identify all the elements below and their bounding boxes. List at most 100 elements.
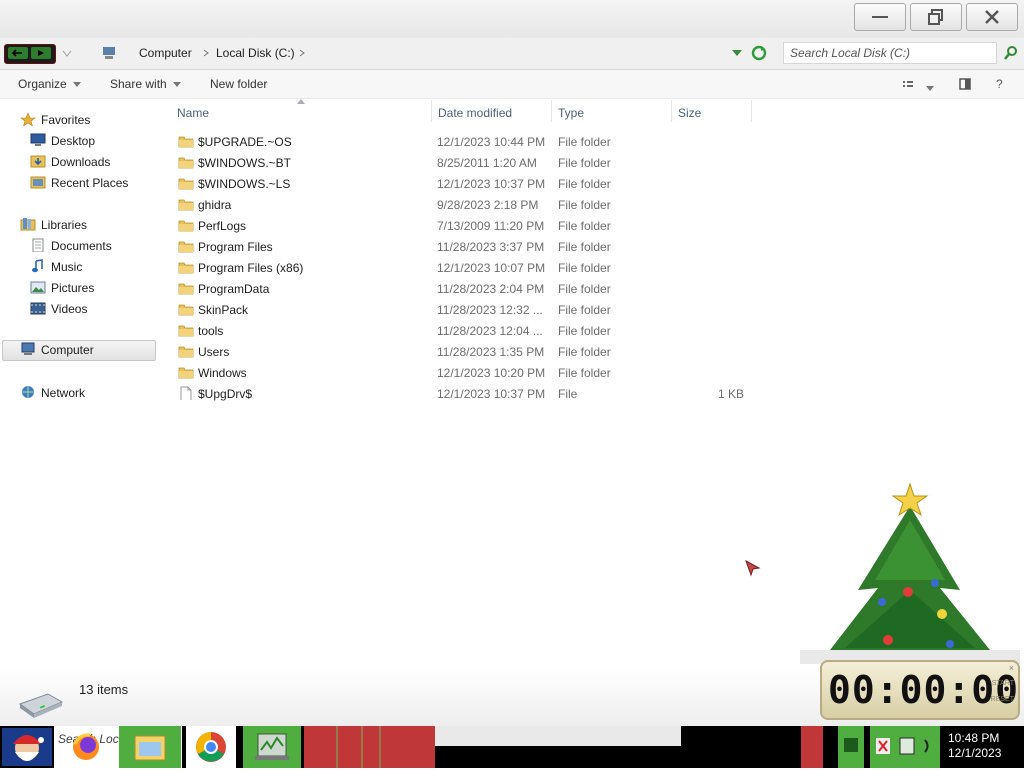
table-row[interactable]: ProgramData 11/28/2023 2:04 PM File folder xyxy=(174,278,754,299)
nav-item-desktop[interactable]: Desktop xyxy=(0,131,160,151)
refresh-icon xyxy=(751,45,767,61)
computer-icon xyxy=(21,342,35,355)
taskbar-app-explorer[interactable] xyxy=(119,726,181,768)
gadget-close-icon[interactable]: × xyxy=(1009,663,1014,673)
change-view-button[interactable] xyxy=(903,79,915,93)
table-row[interactable]: PerfLogs 7/13/2009 11:20 PM File folder xyxy=(174,215,754,236)
pictures-icon xyxy=(30,281,46,294)
nav-item-documents[interactable]: Documents xyxy=(0,236,160,256)
table-row[interactable]: SkinPack 11/28/2023 12:32 ... File folder xyxy=(174,299,754,320)
file-date-modified: 9/28/2023 2:18 PM xyxy=(437,198,539,212)
santa-start-icon xyxy=(2,728,52,766)
table-row[interactable]: $UPGRADE.~OS 12/1/2023 10:44 PM File folde… xyxy=(174,131,754,152)
file-type: File folder xyxy=(558,303,611,317)
column-header-size[interactable]: Size xyxy=(678,106,701,120)
taskbar-app-chrome[interactable] xyxy=(186,726,236,768)
nav-libraries[interactable]: Libraries xyxy=(0,215,160,235)
close-icon xyxy=(985,10,999,24)
search-input[interactable]: Search Local Disk (C:) xyxy=(783,42,997,64)
column-divider[interactable] xyxy=(551,100,552,122)
back-button[interactable] xyxy=(8,47,28,59)
notification-area[interactable] xyxy=(870,726,940,768)
address-dropdown-icon[interactable] xyxy=(732,50,742,57)
nav-item-label: Music xyxy=(51,260,83,274)
file-name: $UPGRADE.~OS xyxy=(198,135,292,149)
forward-button[interactable] xyxy=(31,47,51,59)
view-grid-icon xyxy=(903,81,913,87)
new-folder-button[interactable]: New folder xyxy=(210,77,267,91)
column-divider[interactable] xyxy=(671,100,672,122)
chevron-right-icon[interactable] xyxy=(203,49,209,57)
nav-favorites[interactable]: Favorites xyxy=(0,110,160,130)
table-row[interactable]: Windows 12/1/2023 10:20 PM File folder xyxy=(174,362,754,383)
table-row[interactable]: $WINDOWS.~LS 12/1/2023 10:37 PM File folde… xyxy=(174,173,754,194)
stopwatch-start-button[interactable]: START xyxy=(992,680,1014,687)
column-divider[interactable] xyxy=(751,100,752,122)
table-row[interactable]: $UpgDrv$ 12/1/2023 10:37 PM File 1 KB xyxy=(174,383,754,404)
nav-network[interactable]: Network xyxy=(0,383,160,403)
nav-item-recent-places[interactable]: Recent Places xyxy=(0,173,160,193)
task-manager-icon xyxy=(255,733,289,760)
chevron-right-icon[interactable] xyxy=(299,49,305,57)
breadcrumb-computer[interactable]: Computer xyxy=(139,46,192,60)
organize-menu[interactable]: Organize xyxy=(18,77,81,91)
share-with-menu[interactable]: Share with xyxy=(110,77,181,91)
file-type: File folder xyxy=(558,240,611,254)
nav-item-downloads[interactable]: Downloads xyxy=(0,152,160,172)
file-date-modified: 8/25/2011 1:20 AM xyxy=(437,156,537,170)
nav-item-pictures[interactable]: Pictures xyxy=(0,278,160,298)
table-row[interactable]: tools 11/28/2023 12:04 ... File folder xyxy=(174,320,754,341)
folder-icon xyxy=(178,283,194,295)
file-name: SkinPack xyxy=(198,303,249,317)
column-divider[interactable] xyxy=(431,100,432,122)
column-header-date[interactable]: Date modified xyxy=(438,106,512,120)
file-name: $UpgDrv$ xyxy=(198,387,253,401)
star-icon xyxy=(20,112,36,126)
search-icon xyxy=(1004,46,1017,60)
table-row[interactable]: ghidra 9/28/2023 2:18 PM File folder xyxy=(174,194,754,215)
history-dropdown[interactable] xyxy=(62,47,72,61)
taskbar-app-firefox[interactable] xyxy=(66,726,106,768)
file-type: File folder xyxy=(558,156,611,170)
file-type: File folder xyxy=(558,366,611,380)
nav-item-music[interactable]: Music xyxy=(0,257,160,277)
help-button[interactable]: ? xyxy=(996,77,1003,91)
file-date-modified: 12/1/2023 10:07 PM xyxy=(437,261,546,275)
table-row[interactable]: $WINDOWS.~BT 8/25/2011 1:20 AM File folder xyxy=(174,152,754,173)
nav-libraries-label: Libraries xyxy=(41,218,88,232)
file-icon xyxy=(180,386,192,400)
nav-computer[interactable]: Computer xyxy=(0,340,160,360)
taskbar-app-task-manager[interactable] xyxy=(243,726,301,768)
clock-time[interactable]: 10:48 PM xyxy=(948,731,999,745)
computer-icon xyxy=(103,47,115,59)
address-bar[interactable]: Computer Local Disk (C:) xyxy=(98,42,744,64)
table-row[interactable]: Program Files (x86) 12/1/2023 10:07 PM Fil… xyxy=(174,257,754,278)
nav-item-videos[interactable]: Videos xyxy=(0,299,160,319)
close-button[interactable] xyxy=(966,3,1018,31)
file-date-modified: 11/28/2023 3:37 PM xyxy=(437,240,545,254)
preview-pane-button[interactable] xyxy=(959,78,971,93)
minimize-button[interactable] xyxy=(854,3,906,31)
tray-app-1[interactable] xyxy=(838,726,864,768)
table-row[interactable]: Users 11/28/2023 1:35 PM File folder xyxy=(174,341,754,362)
start-button[interactable] xyxy=(0,726,54,768)
file-type: File folder xyxy=(558,324,611,338)
column-header-type[interactable]: Type xyxy=(558,106,584,120)
nav-item-label: Recent Places xyxy=(51,176,129,190)
view-options-dropdown[interactable] xyxy=(926,81,934,95)
column-header-name[interactable]: Name xyxy=(177,106,209,120)
music-icon xyxy=(32,259,43,273)
stopwatch-reset-button[interactable]: RESET xyxy=(991,696,1014,703)
tray-show-hidden[interactable] xyxy=(801,726,823,768)
refresh-button[interactable] xyxy=(750,45,768,64)
taskbar-app-group[interactable] xyxy=(304,726,435,768)
table-row[interactable]: Program Files 11/28/2023 3:37 PM File fold… xyxy=(174,236,754,257)
clock-date[interactable]: 12/1/2023 xyxy=(948,746,1001,760)
restore-button[interactable] xyxy=(910,3,962,31)
stopwatch-gadget[interactable]: 00:00:00 START RESET × xyxy=(820,660,1020,720)
breadcrumb-local-disk[interactable]: Local Disk (C:) xyxy=(216,46,295,60)
file-size: 1 KB xyxy=(717,387,744,401)
recent-places-icon xyxy=(30,176,46,189)
search-button[interactable] xyxy=(1003,45,1019,64)
nav-item-label: Documents xyxy=(51,239,112,253)
